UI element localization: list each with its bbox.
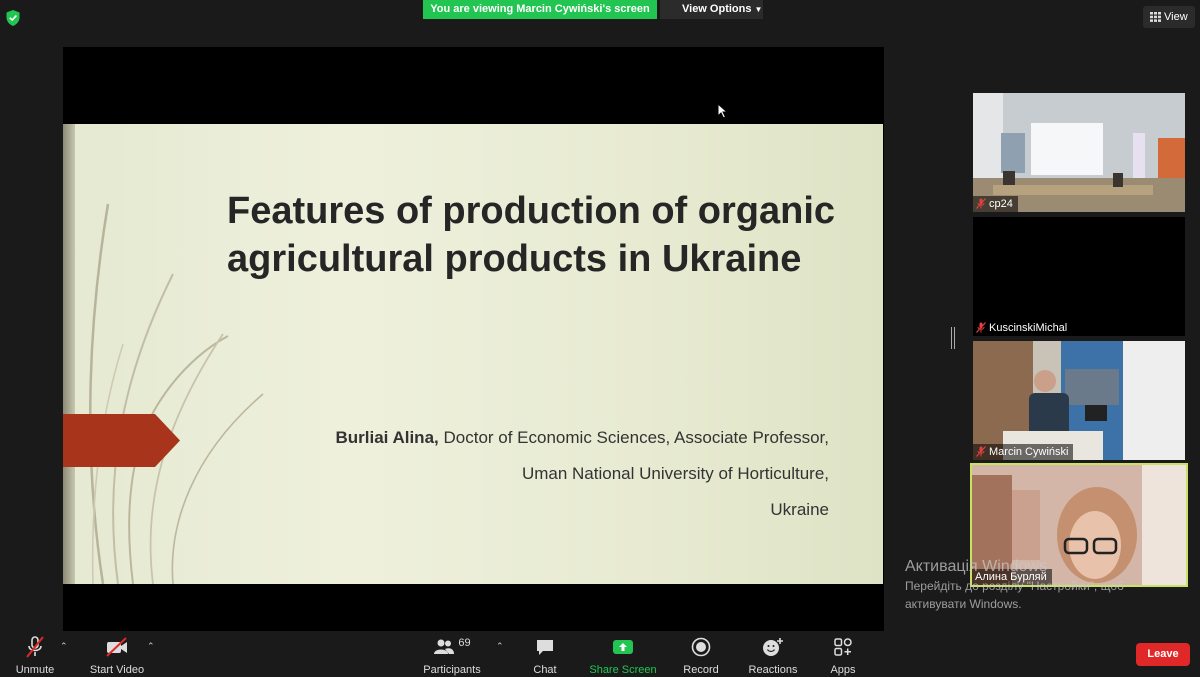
muted-mic-icon [976,322,986,336]
participant-name-tag: KuscinskiMichal [973,320,1073,336]
unmute-label: Unmute [15,664,55,676]
zoom-meeting-window: You are viewing Marcin Cywiński's screen… [0,0,1200,677]
windows-activation-watermark: Активація Windows Перейдіть до розділу "… [905,558,1124,612]
watermark-line-1: Активація Windows [905,558,1048,575]
video-tile-marcin-cywinski[interactable]: Marcin Cywiński [973,341,1185,460]
shared-screen: Features of production of organic agricu… [63,47,884,631]
viewing-screen-banner: You are viewing Marcin Cywiński's screen [423,0,657,19]
share-screen-icon [613,640,633,654]
room-video-frame [973,93,1185,212]
slide-author-block: Burliai Alina, Doctor of Economic Scienc… [335,420,829,528]
author-line: Burliai Alina, Doctor of Economic Scienc… [335,420,829,456]
view-label: View [1164,11,1188,23]
reactions-smiley-icon [763,638,783,656]
chat-icon [537,640,553,655]
meeting-toolbar: Unmute ⌃ Start Video ⌃ 69 Participants ⌃… [0,631,1200,677]
apps-icon [834,638,852,656]
share-screen-label: Share Screen [589,664,657,676]
muted-mic-icon [976,198,986,212]
muted-microphone-icon [26,636,44,658]
author-country: Ukraine [770,500,829,519]
mouse-pointer-icon [717,103,728,119]
participants-icon [434,639,455,654]
participants-count: 69 [458,637,471,649]
participant-name: cp24 [989,198,1013,210]
apps-button[interactable]: Apps [820,636,866,676]
share-screen-button[interactable]: Share Screen [588,636,658,676]
audio-options-caret-icon[interactable]: ⌃ [60,641,68,652]
watermark-line-2: Перейдіть до розділу "Настройки", щоб [905,579,1124,593]
record-button[interactable]: Record [678,636,724,676]
view-layout-button[interactable]: View [1143,6,1195,28]
unmute-button[interactable]: Unmute [10,636,60,676]
participant-name-tag: cp24 [973,196,1018,212]
apps-label: Apps [830,664,856,676]
slide-title: Features of production of organic agricu… [227,190,836,280]
participants-button[interactable]: 69 Participants [420,636,484,676]
chat-label: Chat [533,664,557,676]
record-icon [691,637,711,657]
author-university: Uman National University of Horticulture… [521,464,829,483]
participant-name-tag: Marcin Cywiński [973,444,1074,460]
start-video-label: Start Video [89,664,145,676]
slide-arrow-shape [63,414,180,467]
start-video-button[interactable]: Start Video [86,636,148,676]
record-label: Record [683,664,719,676]
video-tile-cp24[interactable]: cp24 [973,93,1185,212]
participant-name: Marcin Cywiński [989,446,1069,458]
reactions-button[interactable]: Reactions [744,636,802,676]
author-role: Doctor of Economic Sciences, Associate P… [443,428,829,447]
view-options-label: View Options [682,3,752,15]
participant-name: KuscinskiMichal [989,322,1068,334]
grid-icon [1150,12,1161,22]
participants-options-caret-icon[interactable]: ⌃ [496,641,504,652]
leave-meeting-button[interactable]: Leave [1136,643,1190,666]
reactions-label: Reactions [748,664,798,676]
author-name: Burliai Alina, [335,428,439,447]
view-options-button[interactable]: View Options ▼ [660,0,763,19]
video-options-caret-icon[interactable]: ⌃ [147,641,155,652]
muted-mic-icon [976,446,986,460]
security-shield-icon[interactable] [5,9,21,27]
video-off-icon [106,637,127,657]
chevron-down-icon: ▼ [754,5,763,14]
video-tile-kuscinskimichal[interactable]: KuscinskiMichal [973,217,1185,336]
panel-resize-handle[interactable] [951,327,955,349]
presentation-slide: Features of production of organic agricu… [63,124,883,584]
watermark-line-3: активувати Windows. [905,597,1022,611]
chat-button[interactable]: Chat [522,636,568,676]
participants-label: Participants [423,664,481,676]
office-video-frame [973,341,1185,460]
